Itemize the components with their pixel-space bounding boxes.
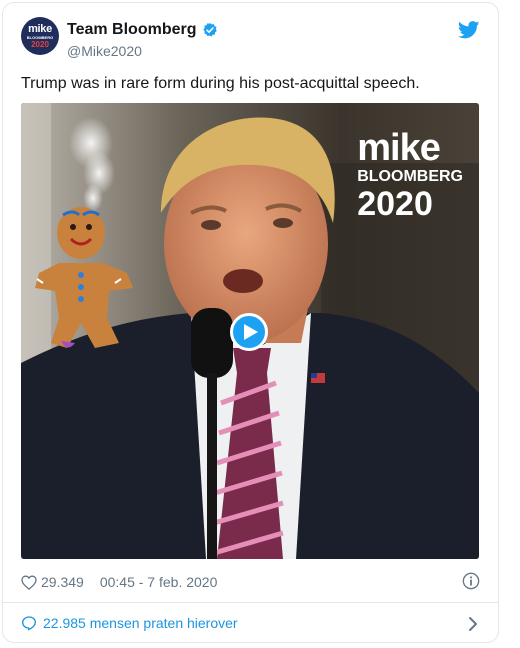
play-icon	[243, 324, 258, 340]
twitter-bird-icon[interactable]	[458, 21, 480, 39]
video-media[interactable]: mike BLOOMBERG 2020	[21, 103, 479, 559]
speech-bubble-icon	[22, 616, 36, 631]
brand-line1: mike	[357, 127, 441, 169]
play-button[interactable]	[230, 313, 268, 351]
brand-line2: BLOOMBERG	[357, 168, 463, 185]
chevron-right-icon[interactable]	[468, 616, 478, 632]
account-name[interactable]: Team Bloomberg	[67, 21, 197, 39]
heart-icon[interactable]	[21, 574, 37, 590]
conversation-link[interactable]: 22.985 mensen praten hierover	[21, 615, 238, 631]
divider	[3, 602, 498, 603]
tweet-card: mike BLOOMBERG 2020 Team Bloomberg @Mike…	[2, 2, 499, 643]
conversation-text[interactable]: 22.985 mensen praten hierover	[43, 615, 238, 631]
verified-icon	[202, 23, 217, 37]
avatar-line1: mike	[28, 22, 52, 35]
tweet-meta: 29.349 00:45 - 7 feb. 2020	[21, 574, 217, 590]
campaign-logo: mike BLOOMBERG 2020	[357, 129, 463, 221]
tweet-text: Trump was in rare form during his post-a…	[21, 75, 420, 92]
account-name-row[interactable]: Team Bloomberg	[67, 21, 218, 39]
like-count[interactable]: 29.349	[41, 574, 84, 590]
avatar-line2: BLOOMBERG	[26, 34, 54, 40]
avatar[interactable]: mike BLOOMBERG 2020	[21, 17, 59, 55]
account-handle[interactable]: @Mike2020	[67, 43, 142, 59]
info-icon[interactable]	[462, 572, 480, 590]
avatar-line3: 2020	[31, 39, 49, 49]
brand-line3: 2020	[357, 185, 433, 223]
timestamp[interactable]: 00:45 - 7 feb. 2020	[100, 574, 218, 590]
